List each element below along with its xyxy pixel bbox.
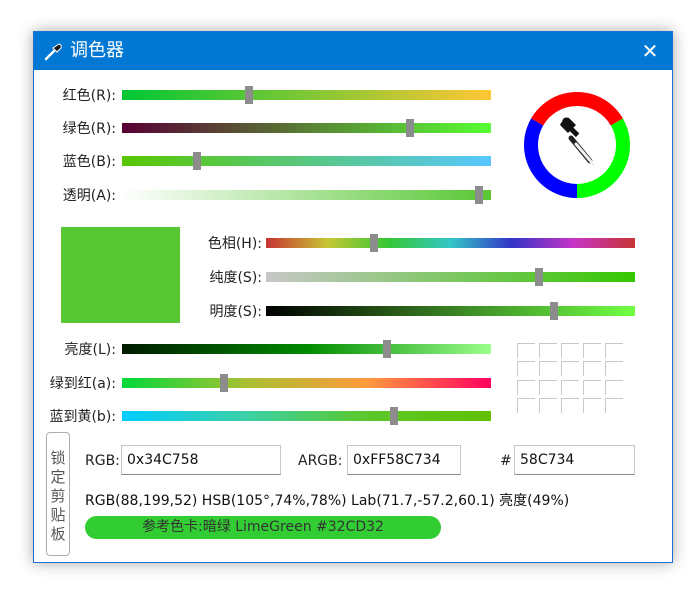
slider-label-hue: 色相(H): <box>207 236 262 252</box>
hex-label: # <box>500 453 512 469</box>
slider-label-alpha: 透明(A): <box>62 188 116 204</box>
slider-thumb[interactable] <box>220 374 229 392</box>
slider-thumb[interactable] <box>475 186 484 204</box>
slider-thumb[interactable] <box>369 234 378 252</box>
slider-alpha[interactable] <box>122 186 491 204</box>
slider-label-green-red: 绿到红(a): <box>49 376 116 392</box>
slider-label-blue: 蓝色(B): <box>62 154 116 170</box>
slider-thumb[interactable] <box>549 302 558 320</box>
slider-label-saturation: 纯度(S): <box>209 270 262 286</box>
reference-color-card[interactable]: 参考色卡:暗绿 LimeGreen #32CD32 <box>85 516 441 539</box>
slider-label-green: 绿色(R): <box>62 121 116 137</box>
slider-thumb[interactable] <box>405 119 414 137</box>
slider-hue[interactable] <box>266 234 635 252</box>
eyedropper-icon <box>560 117 595 166</box>
window-title: 调色器 <box>70 40 124 61</box>
hex-input[interactable] <box>514 445 635 475</box>
slider-saturation[interactable] <box>266 268 635 286</box>
slider-thumb[interactable] <box>390 407 399 425</box>
slider-label-red: 红色(R): <box>62 88 116 104</box>
color-preview-swatch <box>61 227 180 323</box>
close-icon[interactable]: ✕ <box>636 37 664 65</box>
slider-thumb[interactable] <box>535 268 544 286</box>
eyedropper-icon <box>44 43 62 61</box>
slider-green[interactable] <box>122 119 491 137</box>
color-wheel[interactable] <box>516 84 638 206</box>
argb-input[interactable] <box>347 445 461 475</box>
rgb-label: RGB: <box>85 453 120 469</box>
slider-green-red[interactable] <box>122 374 491 392</box>
slider-thumb[interactable] <box>245 86 254 104</box>
rgb-input[interactable] <box>121 445 281 475</box>
slider-label-brightness: 明度(S): <box>209 304 262 320</box>
slider-brightness[interactable] <box>266 302 635 320</box>
title-bar: 调色器 ✕ <box>34 32 672 70</box>
slider-thumb[interactable] <box>193 152 202 170</box>
color-info-line: RGB(88,199,52) HSB(105°,74%,78%) Lab(71.… <box>85 493 570 509</box>
slider-blue[interactable] <box>122 152 491 170</box>
slider-thumb[interactable] <box>382 340 391 358</box>
lock-clipboard-label: 锁定剪贴板 <box>50 449 66 543</box>
argb-label: ARGB: <box>298 453 343 469</box>
slider-red[interactable] <box>122 86 491 104</box>
slider-blue-yellow[interactable] <box>122 407 491 425</box>
slider-label-blue-yellow: 蓝到黄(b): <box>49 409 116 425</box>
slider-lightness[interactable] <box>122 340 491 358</box>
lock-clipboard-button[interactable]: 锁定剪贴板 <box>46 432 70 556</box>
color-picker-window: 调色器 ✕ 红色(R): 绿色(R): 蓝色(B): 透明(A): 色相(H):… <box>33 31 673 563</box>
slider-label-lightness: 亮度(L): <box>64 342 116 358</box>
